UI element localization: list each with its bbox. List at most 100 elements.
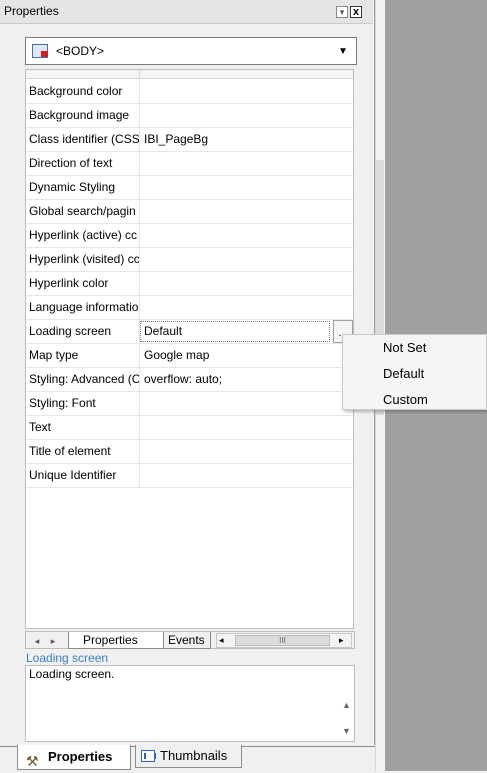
property-row[interactable]: Styling: Advanced (C overflow: auto; [26, 368, 353, 392]
property-row[interactable]: Loading screen Default... [26, 320, 353, 344]
property-value[interactable] [144, 392, 334, 415]
property-name: Direction of text [29, 156, 113, 170]
property-value[interactable] [144, 224, 334, 247]
description-area: Loading screen Loading screen. ▲ ▼ [25, 651, 355, 744]
property-value[interactable] [144, 80, 334, 103]
object-selector-value: <BODY> [56, 44, 105, 58]
dropdown-menu-icon[interactable]: ▾ [336, 6, 348, 18]
property-value[interactable]: Default [144, 320, 334, 343]
property-row[interactable]: Unique Identifier [26, 464, 353, 488]
scroll-down-icon[interactable]: ▼ [342, 726, 351, 736]
property-name: Unique Identifier [29, 468, 117, 482]
property-value[interactable] [144, 104, 334, 127]
property-value[interactable] [144, 176, 334, 199]
scroll-left-icon[interactable]: ◂ [219, 634, 224, 647]
property-row[interactable]: Background color [26, 80, 353, 104]
column-divider [139, 464, 140, 487]
property-value[interactable] [144, 416, 334, 439]
bottom-tab-bar: ⚒ Properties Thumbnails [0, 745, 375, 771]
description-text: Loading screen. [29, 667, 115, 681]
scroll-right-icon[interactable]: ▸ [339, 634, 344, 647]
property-name: Global search/pagin [29, 204, 136, 218]
property-name: Class identifier (CSS) [29, 132, 139, 146]
tab-properties[interactable]: Properties [68, 632, 164, 649]
property-name: Map type [29, 348, 79, 362]
property-value[interactable]: overflow: auto; [144, 368, 334, 391]
description-title: Loading screen [26, 651, 109, 665]
description-box: Loading screen. ▲ ▼ [25, 665, 355, 742]
dropdown-option[interactable]: Custom [343, 387, 486, 412]
scroll-up-icon[interactable]: ▲ [342, 700, 351, 710]
column-divider [139, 344, 140, 367]
dropdown-option[interactable]: Default [343, 361, 486, 386]
property-name: Hyperlink (visited) cc [29, 252, 139, 266]
property-value[interactable] [144, 200, 334, 223]
column-divider [139, 248, 140, 271]
tab-scroll-left-icon[interactable]: ◂ [30, 634, 44, 648]
tab-bottom-thumbnails-label: Thumbnails [160, 748, 228, 763]
column-divider [139, 104, 140, 127]
property-name: Background image [29, 108, 130, 122]
horizontal-scrollbar-thumb[interactable]: III [235, 635, 330, 646]
column-divider [139, 152, 140, 175]
property-row[interactable]: Styling: Font [26, 392, 353, 416]
tab-bottom-properties[interactable]: ⚒ Properties [17, 745, 131, 770]
property-row[interactable]: Map type Google map [26, 344, 353, 368]
property-row[interactable]: Global search/pagin [26, 200, 353, 224]
column-divider [139, 440, 140, 463]
property-row[interactable]: Background image [26, 104, 353, 128]
property-value[interactable] [144, 152, 334, 175]
properties-icon: ⚒ [26, 753, 39, 769]
column-divider [139, 296, 140, 319]
object-selector[interactable]: <BODY> ▼ [25, 37, 357, 65]
property-row[interactable]: Title of element [26, 440, 353, 464]
chevron-down-icon[interactable]: ▼ [338, 46, 348, 57]
property-value[interactable] [144, 272, 334, 295]
loading-screen-dropdown: Not Set Default Custom [342, 334, 487, 410]
property-name: Styling: Font [29, 396, 96, 410]
thumbnails-icon [141, 750, 156, 762]
column-divider [139, 200, 140, 223]
property-row[interactable]: Text [26, 416, 353, 440]
column-divider [139, 368, 140, 391]
property-name: Dynamic Styling [29, 180, 116, 194]
property-value[interactable] [144, 296, 334, 319]
tab-events[interactable]: Events [163, 632, 211, 649]
property-grid: Background color Background image Class id… [25, 69, 354, 629]
property-row[interactable]: Dynamic Styling [26, 176, 353, 200]
column-divider [139, 416, 140, 439]
property-row[interactable]: Direction of text [26, 152, 353, 176]
property-value[interactable] [144, 248, 334, 271]
grid-tab-bar: ◂ ▸ Properties Events ◂ III ▸ [25, 631, 355, 649]
close-icon[interactable]: x [350, 6, 362, 18]
tab-bottom-thumbnails[interactable]: Thumbnails [135, 745, 242, 768]
property-name: Language informatio [29, 300, 139, 314]
property-value[interactable] [144, 464, 334, 487]
properties-panel: Properties ▾ x <BODY> ▼ Background color… [0, 0, 375, 771]
panel-title-bar: Properties ▾ x [0, 0, 373, 24]
column-divider [139, 392, 140, 415]
dropdown-option[interactable]: Not Set [343, 335, 486, 360]
property-row[interactable]: Language informatio [26, 296, 353, 320]
column-divider [139, 272, 140, 295]
property-value[interactable] [144, 440, 334, 463]
property-name: Styling: Advanced (C [29, 372, 139, 386]
property-name: Background color [29, 84, 123, 98]
property-row[interactable]: Hyperlink color [26, 272, 353, 296]
property-value[interactable]: IBI_PageBg [144, 128, 334, 151]
column-divider [139, 128, 140, 151]
property-name: Text [29, 420, 52, 434]
column-divider[interactable] [139, 70, 140, 79]
column-divider [139, 224, 140, 247]
horizontal-scrollbar[interactable]: ◂ III ▸ [216, 633, 352, 648]
column-divider [139, 80, 140, 103]
tab-bottom-properties-label: Properties [48, 749, 113, 764]
property-row[interactable]: Hyperlink (visited) cc [26, 248, 353, 272]
property-row[interactable]: Hyperlink (active) cc [26, 224, 353, 248]
property-grid-header [26, 70, 353, 79]
property-row[interactable]: Class identifier (CSS) IBI_PageBg [26, 128, 353, 152]
property-value[interactable]: Google map [144, 344, 334, 367]
column-divider [139, 176, 140, 199]
property-name: Hyperlink (active) cc [29, 228, 138, 242]
tab-scroll-right-icon[interactable]: ▸ [46, 634, 60, 648]
